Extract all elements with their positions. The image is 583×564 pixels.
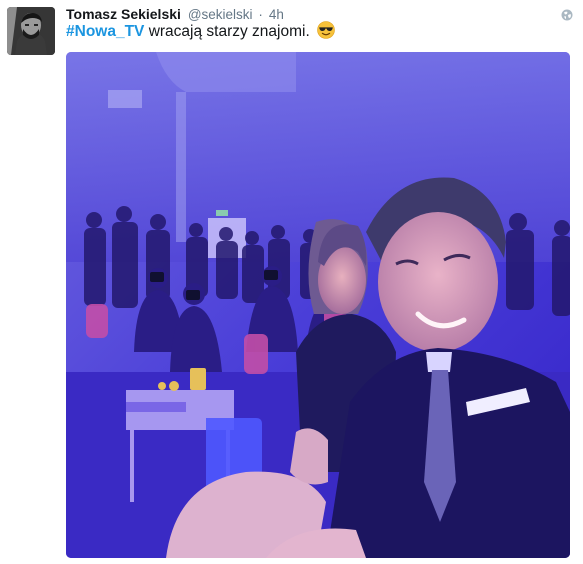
tweet: Tomasz Sekielski @sekielski · 4h #Nowa_T… (0, 0, 583, 564)
author-display-name[interactable]: Tomasz Sekielski (66, 6, 181, 22)
tweet-text: #Nowa_TV wracają starzy znajomi. (66, 21, 335, 43)
separator-dot: · (258, 7, 263, 22)
tweet-timestamp[interactable]: 4h (269, 7, 284, 22)
sunglasses-emoji-icon (317, 21, 335, 39)
globe-icon[interactable] (561, 8, 573, 21)
author-screen-name[interactable]: @sekielski (188, 7, 253, 22)
tweet-photo[interactable] (66, 52, 570, 558)
hashtag-link[interactable]: #Nowa_TV (66, 23, 144, 40)
author-avatar[interactable] (7, 7, 55, 55)
tweet-text-body: wracają starzy znajomi. (144, 23, 310, 40)
